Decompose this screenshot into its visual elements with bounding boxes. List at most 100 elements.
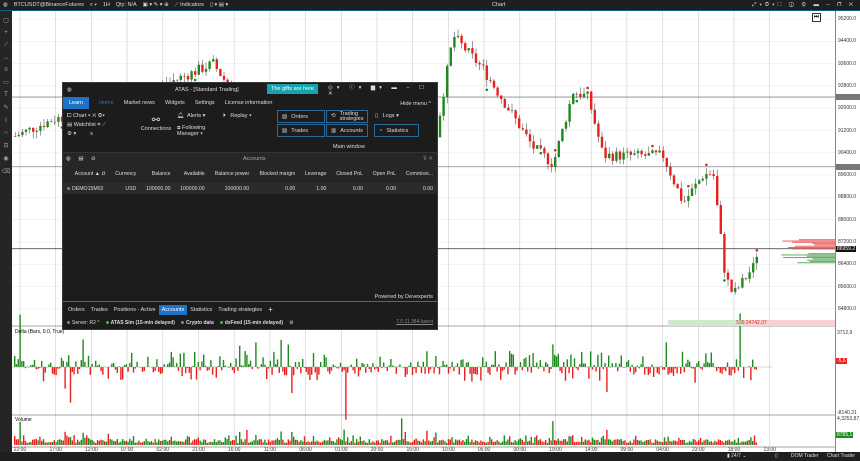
cursor-tool-icon[interactable]: ▢ xyxy=(3,17,9,24)
column-header[interactable]: Balance power xyxy=(208,164,254,183)
logs-button[interactable]: ▯ Logs ▾ xyxy=(375,113,399,119)
session-selector[interactable]: ▮ 24/7 ⌄ xyxy=(727,453,746,459)
table-row[interactable]: DEMO15M02 USD 100000.00 100000.00 100000… xyxy=(63,183,437,194)
eye-tool-icon[interactable]: ◉ xyxy=(3,155,8,162)
tab-orders[interactable]: Orders xyxy=(65,305,88,315)
watchlist-button[interactable]: ▤ Watchlist ⌗ ⟋ xyxy=(67,121,106,130)
qty-field[interactable]: Qty: N/A xyxy=(116,2,137,8)
ray-tool-icon[interactable]: → xyxy=(3,55,9,61)
volume-bar xyxy=(41,440,43,445)
menu-widgets[interactable]: Widgets xyxy=(165,100,185,106)
candle xyxy=(665,157,668,167)
server-status[interactable]: Server: R2 ^ xyxy=(67,320,100,326)
drawing-toolbar: ▢ + ⟋ → ≡ ▭ T ✎ ⌇ ∩ ⊡ ◉ ⌫ xyxy=(0,11,12,452)
tab-accounts[interactable]: Accounts xyxy=(158,304,188,315)
statistics-button[interactable]: ◔ Statistics xyxy=(374,124,419,137)
column-header[interactable]: Available xyxy=(174,164,209,183)
column-header[interactable]: Blocked margin xyxy=(253,164,300,183)
rect-tool-icon[interactable]: ▭ xyxy=(3,79,9,86)
dom-trader-button[interactable]: DOM Trader xyxy=(791,453,819,459)
globe-icon[interactable]: ◍ xyxy=(3,2,8,8)
alerts-button[interactable]: 🔔︎ Alerts ▾ xyxy=(177,113,205,119)
trades-button[interactable]: ▨ Trades xyxy=(277,124,325,137)
gifts-button[interactable]: The gifts are here xyxy=(267,84,319,94)
panel-tool-icons[interactable]: ◍ ▤ ⊘ xyxy=(66,156,99,162)
line-tool-icon[interactable]: ⟋ xyxy=(4,42,8,49)
ruler-tool-icon[interactable]: ⌇ xyxy=(5,117,8,124)
title-bar-controls[interactable]: ◎▾ ⓘ▾ ▆▾ ▬ – ☐ ✕ xyxy=(328,83,437,97)
volume-bar xyxy=(744,441,747,445)
replay-button[interactable]: ⏵ Replay ▾ xyxy=(223,113,252,120)
connection-dxfeed[interactable]: dxFeed (15-min delayed) xyxy=(219,320,283,326)
magnet-tool-icon[interactable]: ∩ xyxy=(4,130,8,136)
price-axis[interactable]: 95200.0 94400.0 93600.0 92800.0 92000.0 91200… xyxy=(835,11,860,452)
delta-bar xyxy=(294,362,297,367)
symbol-selector[interactable]: BTCUSDT@BinanceFutures xyxy=(14,2,84,8)
candle xyxy=(590,91,593,110)
delta-bar xyxy=(491,364,493,367)
column-header[interactable]: Currency xyxy=(109,164,141,183)
delta-bar xyxy=(665,342,667,367)
tab-statistics[interactable]: Statistics xyxy=(187,305,215,315)
text-tool-icon[interactable]: T xyxy=(4,92,8,98)
timeframe-selector[interactable]: 1H xyxy=(103,2,110,8)
delta-bar xyxy=(307,367,309,375)
connection-crypto[interactable]: Crypto data xyxy=(180,320,214,326)
column-header[interactable]: Commissi... xyxy=(400,164,437,183)
price-label: 87200.0 xyxy=(838,239,857,245)
column-header[interactable]: Account ▲ ⇵ xyxy=(63,164,110,183)
pen-tool-icon[interactable]: ✎ xyxy=(3,104,8,111)
delta-bar xyxy=(271,367,273,375)
hide-menu-button[interactable]: Hide menu ^ xyxy=(400,101,431,107)
accounts-button[interactable]: ▥ Accounts xyxy=(326,124,368,137)
lock-tool-icon[interactable]: ⊡ xyxy=(3,142,8,149)
volume-bar xyxy=(379,442,381,445)
indicators-button[interactable]: ⟋ Indicators xyxy=(175,2,204,9)
chart-button[interactable]: ⧠ Chart ▾ ✕ ◎▾ xyxy=(67,112,106,121)
trash-icon[interactable]: ▯ xyxy=(775,453,778,459)
trash-tool-icon[interactable]: ⌫ xyxy=(2,168,10,175)
menu-settings[interactable]: Settings xyxy=(195,100,215,106)
version-link[interactable]: 7.0.11.384-latest xyxy=(396,319,433,325)
volume-bar xyxy=(681,439,684,445)
menu-home[interactable]: Home xyxy=(99,100,114,106)
candle xyxy=(21,131,24,136)
tab-trading-strategies[interactable]: Trading strategies xyxy=(215,305,265,315)
trading-strategies-button[interactable]: ⟲ Trading strategies xyxy=(326,110,368,123)
column-header[interactable]: Open PnL xyxy=(367,164,401,183)
fib-tool-icon[interactable]: ≡ xyxy=(4,67,8,73)
column-header[interactable]: Closed PnL xyxy=(330,164,368,183)
menu-learn[interactable]: Learn xyxy=(63,96,90,109)
column-header[interactable]: Balance xyxy=(140,164,175,183)
delta-bar xyxy=(60,357,63,367)
chart-trader-button[interactable]: Chart Trader xyxy=(827,453,855,459)
connection-sim[interactable]: ATAS Sim (15-min delayed) xyxy=(105,320,175,326)
layout-icon[interactable]: ▯ ▾ ▤ ▾ xyxy=(210,2,228,8)
tab-trades[interactable]: Trades xyxy=(88,305,111,315)
column-header[interactable]: Leverage xyxy=(299,164,331,183)
tab-positions[interactable]: Positions - Active xyxy=(111,305,159,315)
search-icon[interactable]: ⌕ ▾ xyxy=(90,2,97,9)
settings-icon[interactable]: ⚙ xyxy=(289,320,293,326)
window-controls[interactable]: ⤢▾◎▾⛶ ⓘ ⚙ ▬ – ❐ ✕ xyxy=(752,2,856,9)
candle xyxy=(730,279,733,292)
add-tab-button[interactable]: + xyxy=(265,303,276,316)
title-bar[interactable]: ◍ ATAS - [Standard Trading] The gifts ar… xyxy=(63,83,437,97)
following-manager-button[interactable]: ⧈ Following Manager ▾ xyxy=(177,125,227,137)
volume-bar xyxy=(505,441,507,445)
volume-bar xyxy=(30,441,32,445)
orders-button[interactable]: ▨ Orders xyxy=(277,110,325,123)
scroll-to-end-button[interactable]: ⏭ xyxy=(812,13,821,22)
panel-close-icon[interactable]: ⊽ ✕ xyxy=(423,156,433,162)
menu-license[interactable]: License information xyxy=(225,100,273,106)
volume-bar xyxy=(100,439,102,445)
delta-bar xyxy=(593,365,595,367)
template-icon[interactable]: ▣ ▾ ✎ ▾ ⊕ xyxy=(143,2,169,8)
more-tools-button[interactable]: ⚙ ▾ ≡ xyxy=(67,130,106,139)
crosshair-tool-icon[interactable]: + xyxy=(4,30,8,36)
volume-bar xyxy=(649,439,651,445)
connections-button[interactable]: ⚯ Connections xyxy=(139,115,173,132)
delta-bar xyxy=(246,354,248,367)
menu-market-news[interactable]: Market news xyxy=(124,100,155,106)
status-bar: ▮ 24/7 ⌄ ▯ DOM Trader Chart Trader xyxy=(0,452,860,461)
